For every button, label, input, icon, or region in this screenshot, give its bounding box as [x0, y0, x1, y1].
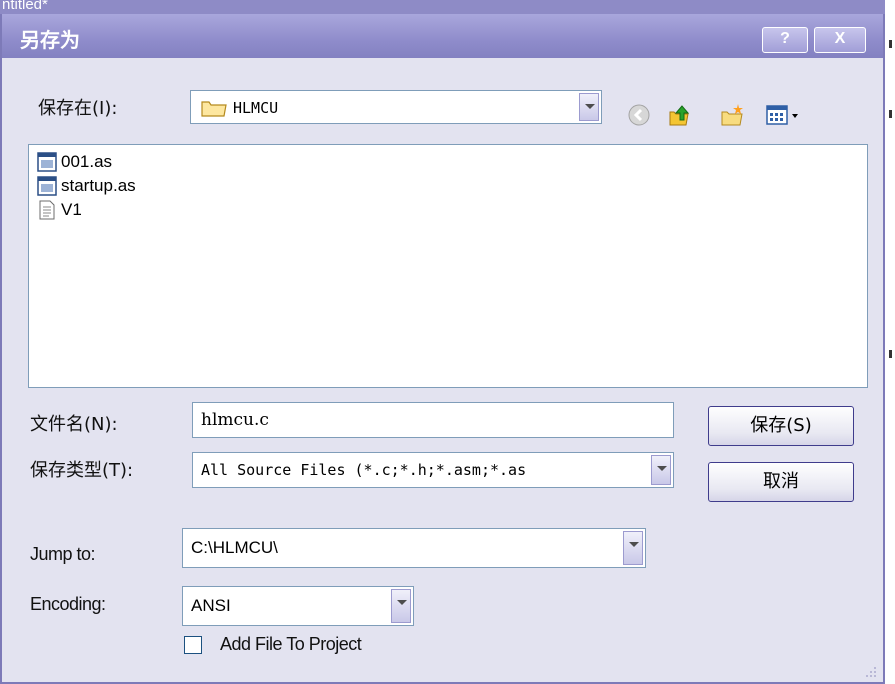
- file-type-dropdown[interactable]: All Source Files (*.c;*.h;*.asm;*.as: [192, 452, 674, 488]
- filename-label: 文件名(N):: [30, 414, 118, 435]
- source-file-icon: [37, 176, 57, 196]
- background-window-titlebar: ntitled*: [0, 0, 895, 14]
- save-button[interactable]: 保存(S): [708, 406, 854, 446]
- text-file-icon: [39, 200, 55, 220]
- file-item-001[interactable]: 001.as: [37, 151, 112, 173]
- file-list[interactable]: 001.as startup.as V1: [28, 144, 868, 388]
- encoding-value: ANSI: [191, 596, 231, 615]
- cancel-button[interactable]: 取消: [708, 462, 854, 502]
- file-item-v1[interactable]: V1: [37, 199, 82, 221]
- jump-to-dropdown[interactable]: C:\HLMCU\: [182, 528, 646, 568]
- file-name: startup.as: [61, 176, 136, 195]
- encoding-label: Encoding:: [30, 594, 106, 614]
- save-as-dialog: 另存为 ? X 保存在(I): HLMCU 001.as startup.as …: [0, 14, 885, 684]
- save-in-dropdown[interactable]: HLMCU: [190, 90, 602, 124]
- chevron-down-icon[interactable]: [391, 589, 411, 623]
- add-to-project-checkbox[interactable]: [184, 636, 202, 654]
- chevron-down-icon[interactable]: [651, 455, 671, 485]
- chevron-down-icon[interactable]: [623, 531, 643, 565]
- add-to-project-label[interactable]: Add File To Project: [220, 634, 362, 655]
- file-type-value: All Source Files (*.c;*.h;*.asm;*.as: [201, 461, 527, 479]
- back-icon[interactable]: [626, 102, 652, 128]
- file-item-startup[interactable]: startup.as: [37, 175, 136, 197]
- file-type-label: 保存类型(T):: [30, 460, 134, 481]
- new-folder-icon[interactable]: [720, 102, 746, 128]
- views-menu-icon[interactable]: [764, 102, 804, 128]
- background-window-edge: [885, 0, 895, 684]
- folder-icon: [201, 101, 227, 117]
- background-window-title: ntitled*: [2, 0, 48, 13]
- up-folder-icon[interactable]: [666, 102, 692, 128]
- file-name: V1: [61, 200, 82, 219]
- filename-value: hlmcu.c: [201, 410, 269, 430]
- save-in-value: HLMCU: [233, 99, 279, 117]
- resize-grip-icon[interactable]: [863, 664, 877, 678]
- source-file-icon: [37, 152, 57, 172]
- jump-to-label: Jump to:: [30, 544, 96, 564]
- close-button[interactable]: X: [814, 27, 866, 53]
- dialog-titlebar: 另存为 ? X: [2, 14, 883, 58]
- jump-to-value: C:\HLMCU\: [191, 538, 278, 557]
- chevron-down-icon[interactable]: [579, 93, 599, 121]
- help-button[interactable]: ?: [762, 27, 808, 53]
- dialog-title: 另存为: [20, 28, 80, 52]
- filename-input[interactable]: hlmcu.c: [192, 402, 674, 438]
- file-name: 001.as: [61, 152, 113, 171]
- encoding-dropdown[interactable]: ANSI: [182, 586, 414, 626]
- save-in-label: 保存在(I):: [38, 98, 118, 119]
